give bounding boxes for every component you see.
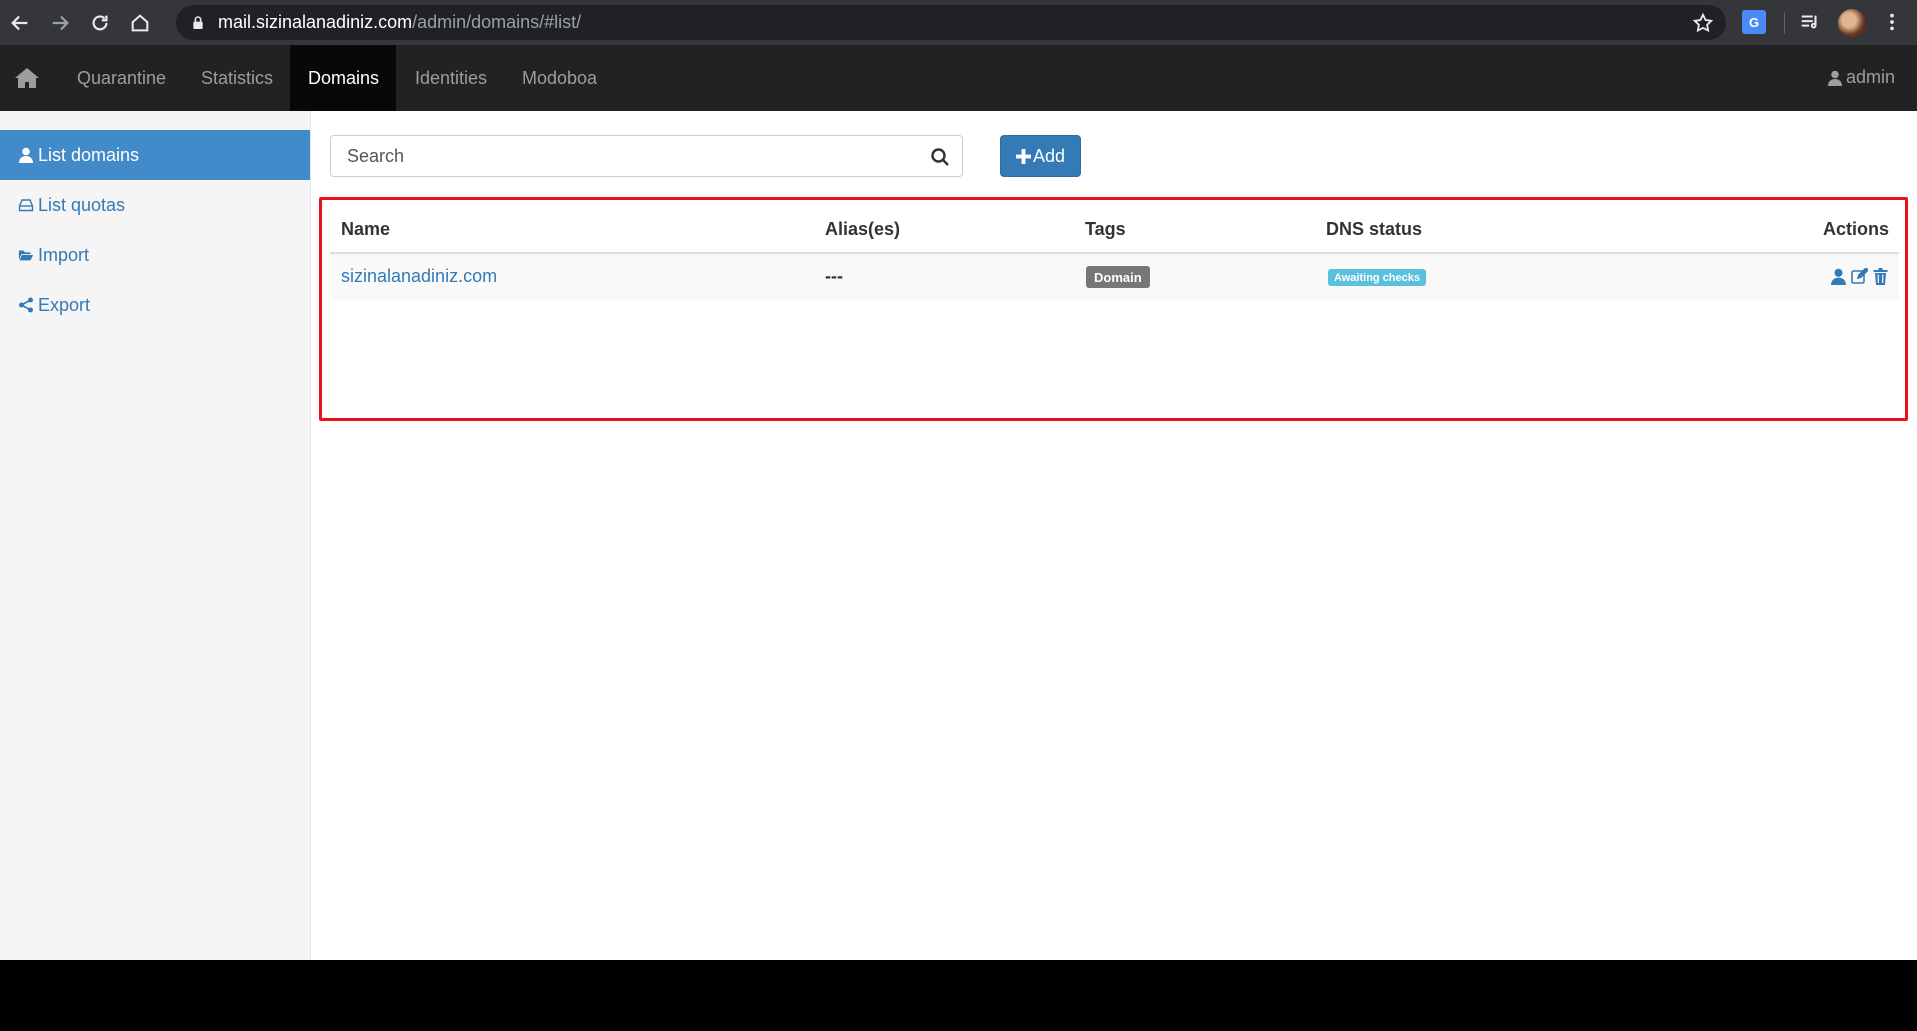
sidebar-item-import[interactable]: Import [0,230,310,280]
user-menu[interactable]: admin [1827,67,1895,88]
table-header: Name Alias(es) Tags DNS status Actions [330,205,1899,254]
nav-domains[interactable]: Domains [290,45,396,111]
sidebar-item-list-domains[interactable]: List domains [0,130,310,180]
add-domain-button[interactable]: Add [1000,135,1081,177]
add-button-label: Add [1032,145,1066,166]
nav-domains-label: Domains [308,67,380,88]
folder-open-icon [18,250,34,261]
column-header-aliases[interactable]: Alias(es) [825,219,900,240]
domains-table: Name Alias(es) Tags DNS status Actions s… [330,205,1899,300]
top-navbar: Quarantine Statistics Domains Identities… [0,45,1917,111]
search-field [330,135,963,177]
nav-modoboa-label: Modoboa [522,67,598,88]
reload-icon [92,14,108,30]
user-icon [19,147,33,163]
url-path: /admin/domains/#list/ [412,12,582,32]
nav-statistics-label: Statistics [201,67,274,88]
user-icon [1827,70,1842,86]
translate-icon[interactable]: G [1742,10,1766,34]
sidebar-item-list-quotas[interactable]: List quotas [0,180,310,230]
share-icon [19,297,33,313]
sidebar-item-export[interactable]: Export [0,280,310,330]
edit-icon[interactable] [1851,268,1868,285]
nav-quarantine-label: Quarantine [77,67,167,88]
column-header-name[interactable]: Name [341,219,390,240]
column-header-dns-status: DNS status [1326,219,1423,239]
lock-icon [190,14,208,32]
user-icon[interactable] [1830,268,1847,285]
address-bar[interactable]: mail.sizinalanadiniz.com/admin/domains/#… [176,5,1726,40]
back-button[interactable] [0,0,40,45]
domain-name-link[interactable]: sizinalanadiniz.com [341,266,497,287]
hdd-icon [18,199,34,212]
url-text: mail.sizinalanadiniz.com/admin/domains/#… [218,12,581,33]
media-queue-icon[interactable] [1798,10,1822,34]
arrow-left-icon [11,15,28,30]
table-row: sizinalanadiniz.com --- Domain Awaiting … [330,254,1899,300]
search-icon[interactable] [930,147,950,167]
home-icon[interactable] [14,67,40,89]
sidebar-item-label: Import [38,244,90,265]
star-icon[interactable] [1692,12,1714,34]
user-name: admin [1845,67,1895,87]
arrow-right-icon [52,15,69,30]
profile-avatar[interactable] [1838,9,1866,37]
reload-button[interactable] [80,0,120,45]
browser-toolbar: mail.sizinalanadiniz.com/admin/domains/#… [0,0,1917,45]
forward-button[interactable] [40,0,80,45]
app-root: mail.sizinalanadiniz.com/admin/domains/#… [0,0,1917,1031]
column-header-tags: Tags [1085,219,1126,239]
nav-identities[interactable]: Identities [400,45,500,111]
dns-status-badge[interactable]: Awaiting checks [1328,269,1426,286]
page-content: List domains List quotas Import Export S… [0,111,1917,960]
plus-icon [1015,148,1031,164]
row-actions [1830,268,1889,285]
sidebar-item-label: List domains [38,144,140,165]
sidebar-item-label: Export [38,294,91,315]
nav-statistics[interactable]: Statistics [186,45,286,111]
black-bottom-bar [0,960,1917,1031]
nav-identities-label: Identities [415,67,488,88]
nav-modoboa[interactable]: Modoboa [508,45,608,111]
url-host: mail.sizinalanadiniz.com [218,12,413,32]
more-vert-icon[interactable] [1880,10,1904,34]
toolbar-separator [1784,12,1785,34]
sidebar: List domains List quotas Import Export [0,111,311,960]
home-outline-icon [131,13,149,31]
home-button[interactable] [120,0,160,45]
tag-badge: Domain [1086,266,1150,288]
domain-aliases: --- [825,266,843,286]
trash-icon[interactable] [1872,268,1889,285]
column-header-actions: Actions [1822,219,1889,239]
nav-quarantine[interactable]: Quarantine [62,45,172,111]
search-input[interactable] [347,145,907,167]
sidebar-item-label: List quotas [38,194,126,215]
